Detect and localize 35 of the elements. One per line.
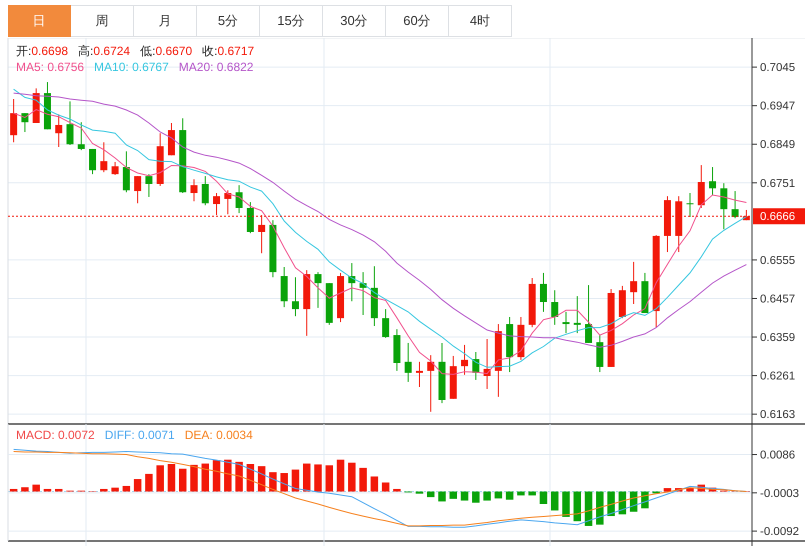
moving-average-readout: MA20: 0.6822: [178, 60, 254, 74]
axis-label: 0.6261: [752, 370, 796, 383]
y-tick-label: 0.6947: [760, 100, 796, 113]
ohlc-readout: 开:0.6698: [16, 43, 68, 60]
axis-label: 0.6849: [752, 139, 796, 152]
axis-label: 0.6163: [752, 409, 796, 422]
y-tick-label: -0.0092: [760, 526, 800, 538]
axis-label: 0.6457: [752, 293, 796, 306]
y-tick-label: 0.6751: [760, 178, 796, 190]
moving-average-readout: MA5: 0.6756: [16, 60, 84, 74]
axis-label: -0.0092: [752, 526, 800, 538]
y-tick-label: 0.6849: [760, 139, 796, 152]
axis-label: -0.0003: [752, 488, 800, 500]
axis-label: 0.6947: [752, 100, 796, 113]
indicator-readout: MACD: 0.0072: [16, 428, 95, 442]
ohlc-readout: 高:0.6724: [78, 43, 130, 60]
y-tick-label: 0.6163: [760, 409, 796, 422]
y-tick-label: 0.6457: [760, 293, 796, 306]
ohlc-readout: 低:0.6670: [140, 43, 192, 60]
y-tick-label: 0.0086: [760, 450, 796, 462]
y-tick-label: -0.0003: [760, 488, 800, 500]
current-price-tag: 0.6666: [753, 208, 805, 224]
indicator-readout: DEA: 0.0034: [184, 428, 253, 442]
y-tick-label: 0.7045: [760, 62, 796, 74]
axis-label: 0.0086: [752, 450, 796, 462]
moving-average-readout: MA10: 0.6767: [94, 60, 169, 74]
y-tick-label: 0.6359: [760, 332, 796, 344]
y-tick-label: 0.6261: [760, 370, 796, 383]
indicator-readout: DIFF: 0.0071: [104, 428, 175, 442]
axis-label: 0.6555: [752, 254, 796, 267]
axis-label: 0.6751: [752, 178, 796, 190]
y-tick-label: 0.6555: [760, 254, 796, 267]
ohlc-readout: 收:0.6717: [202, 43, 254, 60]
axis-label: 0.6359: [752, 332, 796, 344]
axis-label: 0.7045: [752, 62, 796, 74]
